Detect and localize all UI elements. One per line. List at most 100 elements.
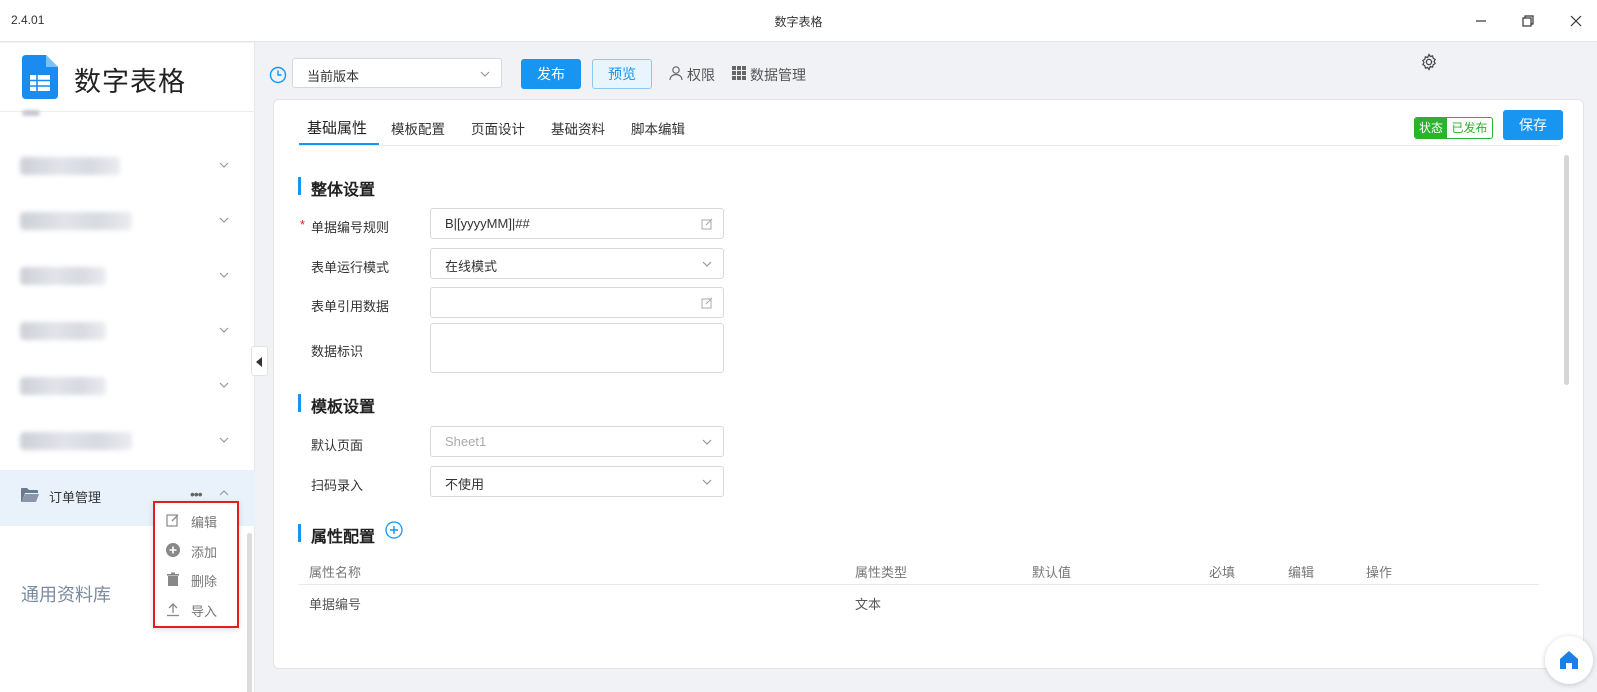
status-badge: 状态 已发布: [1414, 117, 1493, 139]
collapse-sidebar-button[interactable]: [251, 346, 268, 376]
menu-item-add[interactable]: 添加: [165, 540, 235, 562]
save-button[interactable]: 保存: [1503, 110, 1563, 140]
sidebar-scrollbar[interactable]: [247, 533, 252, 692]
blurred-label: [20, 267, 106, 285]
data-tag-textarea[interactable]: [430, 323, 724, 373]
version-select[interactable]: 当前版本: [292, 58, 502, 88]
edit-icon: [166, 514, 179, 527]
window-title: 数字表格: [774, 15, 823, 29]
default-page-label: 默认页面: [311, 438, 364, 453]
data-management-link[interactable]: 数据管理: [731, 65, 816, 83]
blurred-label: [20, 212, 132, 230]
app-logo-icon: [20, 55, 60, 99]
ref-data-field[interactable]: [430, 287, 724, 318]
close-icon[interactable]: [1565, 10, 1587, 32]
number-rule-value: B|[yyyyMM]|##: [445, 216, 530, 231]
tab-template-config[interactable]: 模板配置: [391, 118, 445, 138]
version-select-value: 当前版本: [307, 69, 360, 84]
edit-icon[interactable]: [701, 297, 713, 309]
column-header: 操作: [1366, 565, 1393, 580]
run-mode-select[interactable]: 在线模式: [430, 248, 724, 279]
sidebar-item[interactable]: [0, 250, 255, 300]
data-tag-label: 数据标识: [311, 344, 364, 359]
import-icon: [167, 603, 179, 617]
sidebar-item[interactable]: [0, 415, 255, 465]
required-mark: *: [300, 217, 306, 232]
add-attribute-icon[interactable]: [385, 521, 403, 539]
sidebar-item-label: 订单管理: [49, 490, 102, 505]
menu-item-label: 添加: [191, 545, 218, 560]
blurred-item-fragment: [22, 110, 40, 116]
sidebar-item[interactable]: [0, 140, 255, 190]
tab-basic-data[interactable]: 基础资料: [551, 118, 605, 138]
menu-item-label: 删除: [191, 574, 218, 589]
home-icon: [1560, 651, 1578, 669]
chevron-down-icon[interactable]: [218, 435, 230, 445]
sidebar-item[interactable]: [0, 305, 255, 355]
menu-item-label: 导入: [191, 604, 218, 619]
tab-page-design[interactable]: 页面设计: [471, 118, 525, 138]
tab-script-edit[interactable]: 脚本编辑: [631, 118, 685, 138]
grid-icon: [732, 66, 746, 80]
menu-item-edit[interactable]: 编辑: [165, 510, 235, 532]
user-icon: [669, 66, 683, 81]
column-header: 编辑: [1288, 565, 1315, 580]
menu-item-label: 编辑: [191, 515, 218, 530]
tabs-divider: [299, 145, 1559, 146]
blurred-label: [20, 377, 106, 395]
home-button[interactable]: [1545, 636, 1593, 684]
preview-button[interactable]: 预览: [592, 59, 652, 89]
gear-icon[interactable]: [1420, 53, 1438, 71]
chevron-up-icon[interactable]: [218, 488, 230, 498]
folder-open-icon: [21, 488, 39, 502]
default-page-select[interactable]: Sheet1: [430, 426, 724, 457]
column-header: 属性类型: [855, 565, 908, 580]
clock-icon: [269, 66, 287, 84]
chevron-down-icon[interactable]: [218, 325, 230, 335]
title-bar: 2.4.01 数字表格: [0, 0, 1597, 42]
more-icon[interactable]: •••: [190, 486, 203, 502]
blurred-label: [20, 432, 132, 450]
chevron-down-icon[interactable]: [218, 160, 230, 170]
tab-basic-properties[interactable]: 基础属性: [307, 117, 367, 138]
chevron-down-icon: [702, 261, 712, 267]
publish-button[interactable]: 发布: [521, 59, 581, 89]
edit-icon[interactable]: [701, 218, 713, 230]
chevron-down-icon: [702, 439, 712, 445]
number-rule-field[interactable]: B|[yyyyMM]|##: [430, 208, 724, 239]
default-page-value: Sheet1: [445, 434, 487, 449]
sidebar-item[interactable]: [0, 195, 255, 245]
menu-item-delete[interactable]: 删除: [165, 569, 235, 591]
restore-icon[interactable]: [1517, 10, 1539, 32]
app-name: 数字表格: [74, 67, 186, 97]
run-mode-value: 在线模式: [445, 259, 498, 274]
status-key: 状态: [1415, 118, 1447, 138]
permissions-label: 权限: [687, 67, 715, 83]
menu-item-import[interactable]: 导入: [165, 599, 235, 621]
blurred-label: [20, 157, 120, 175]
attribute-table-header: 属性名称 属性类型 默认值 必填 编辑 操作: [299, 555, 1539, 585]
context-menu: 编辑 添加 删除 导入: [153, 501, 239, 628]
table-cell: 文本: [855, 597, 882, 612]
status-value: 已发布: [1451, 121, 1488, 135]
table-cell: 单据编号: [309, 597, 362, 612]
sidebar-item[interactable]: [0, 360, 255, 410]
column-header: 默认值: [1032, 565, 1072, 580]
panel-scrollbar[interactable]: [1564, 155, 1569, 385]
data-management-label: 数据管理: [750, 67, 806, 83]
add-circle-icon: [166, 543, 180, 557]
scan-input-label: 扫码录入: [311, 478, 364, 493]
ref-data-label: 表单引用数据: [311, 299, 390, 314]
chevron-down-icon: [480, 71, 490, 77]
column-header: 必填: [1209, 565, 1236, 580]
blurred-label: [20, 322, 106, 340]
scan-input-select[interactable]: 不使用: [430, 466, 724, 497]
minimize-icon[interactable]: [1470, 10, 1492, 32]
chevron-down-icon[interactable]: [218, 270, 230, 280]
number-rule-label: 单据编号规则: [311, 220, 390, 235]
permissions-link[interactable]: 权限: [668, 65, 718, 83]
sidebar-item-common-library[interactable]: 通用资料库: [21, 581, 111, 607]
chevron-down-icon[interactable]: [218, 380, 230, 390]
main-panel: 基础属性 模板配置 页面设计 基础资料 脚本编辑 状态 已发布 保存 整体设置 …: [273, 99, 1584, 669]
chevron-down-icon[interactable]: [218, 215, 230, 225]
